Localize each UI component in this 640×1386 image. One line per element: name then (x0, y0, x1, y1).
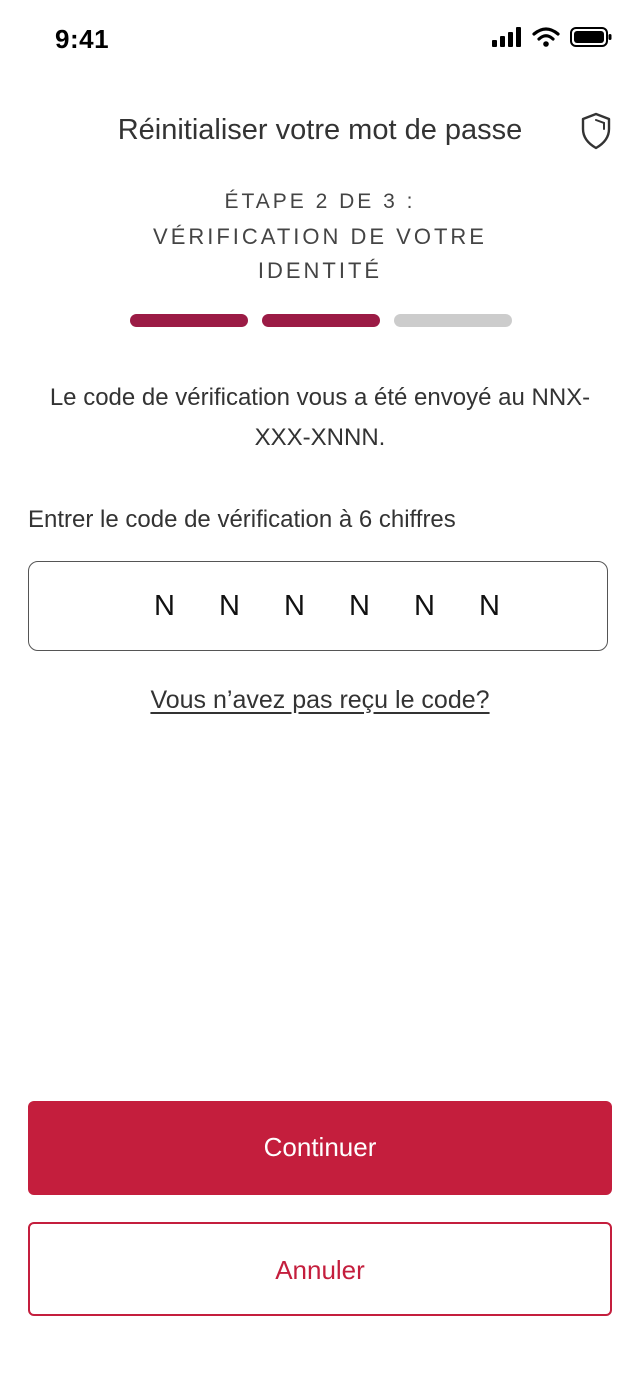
code-digit: N (284, 590, 305, 622)
progress-segment (130, 314, 248, 327)
code-field-label: Entrer le code de vérification à 6 chiff… (28, 506, 456, 533)
step-title: VÉRIFICATION DE VOTRE IDENTITÉ (153, 224, 487, 283)
continue-button[interactable]: Continuer (28, 1101, 612, 1195)
resend-code-link[interactable]: Vous n’avez pas reçu le code? (0, 686, 640, 715)
progress-bar (130, 314, 512, 327)
progress-segment (262, 314, 380, 327)
cancel-button[interactable]: Annuler (28, 1222, 612, 1316)
status-icons (492, 27, 612, 47)
info-message: Le code de vérification vous a été envoy… (49, 384, 591, 451)
code-digit: N (154, 590, 175, 622)
verification-code-input[interactable]: NNNNNN (28, 561, 608, 651)
header: Réinitialiser votre mot de passe (0, 108, 640, 158)
progress-segment (394, 314, 512, 327)
battery-icon (570, 27, 612, 47)
code-digit: N (414, 590, 435, 622)
status-bar: 9:41 (0, 0, 640, 80)
code-digit: N (479, 590, 500, 622)
status-time: 9:41 (55, 24, 110, 54)
step-label: ÉTAPE 2 DE 3 : (224, 190, 416, 213)
code-digits: NNNNNN (154, 590, 544, 623)
shield-icon (580, 112, 612, 150)
code-digit: N (349, 590, 370, 622)
signal-icon (492, 27, 522, 47)
code-digit: N (219, 590, 240, 622)
page-title: Réinitialiser votre mot de passe (117, 114, 523, 146)
wifi-icon (532, 27, 560, 47)
step-indicator: ÉTAPE 2 DE 3 : VÉRIFICATION DE VOTRE IDE… (0, 186, 640, 288)
